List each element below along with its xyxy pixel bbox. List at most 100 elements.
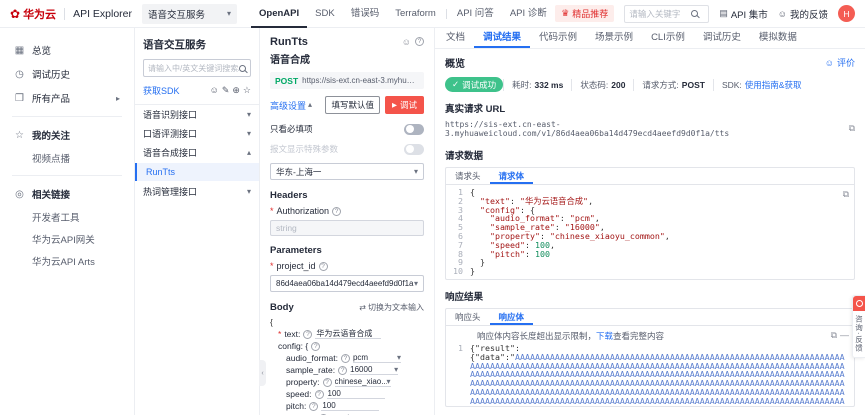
request-body-code[interactable]: 1{ 2 "text": "华为云语音合成", 3 "config": { 4 … [446,185,854,279]
sidebar-item-api-arts[interactable]: 华为云API Arts [0,250,134,272]
fill-defaults-button[interactable]: 填写默认值 [325,96,380,114]
copy-icon[interactable]: ⧉ [843,189,849,200]
pitch-input[interactable] [321,401,380,412]
sidebar-section-label: 相关链接 [32,190,71,201]
toggle-special-params-label: 报文显示特殊参数 [270,144,339,154]
api-item-runtts[interactable]: RunTts [135,163,259,181]
text-field-input[interactable] [315,329,382,340]
api-subtitle: 语音合成 [270,55,310,66]
smiley-icon[interactable]: ☺ [210,85,219,96]
get-sdk-link[interactable]: 获取SDK [143,84,180,97]
copy-icon[interactable]: ⧉ [849,124,855,134]
panel-collapse-handle[interactable]: ‹ [259,360,266,386]
help-icon[interactable]: ? [332,206,342,216]
chevron-down-icon: ▾ [413,166,418,176]
body-tree: { * text: ? config: { ? audio_format: ? … [270,317,424,415]
sidebar-item-vod[interactable]: 视频点播 [0,147,134,169]
api-name: RunTts [270,36,308,48]
search-icon[interactable] [691,10,699,17]
api-group-hotwords[interactable]: 热词管理接口 ▾ [143,182,251,201]
sidebar-section-related-links[interactable]: ◎ 相关链接 [0,182,134,206]
api-market-link[interactable]: ▤ API 集市 [719,7,767,21]
feedback-side-widget[interactable]: 咨询·反馈 [852,295,865,358]
toggle-special-params[interactable] [404,143,424,155]
help-icon[interactable]: ? [309,401,319,411]
avatar[interactable]: H [838,5,855,22]
help-icon[interactable]: ? [338,365,348,375]
advanced-settings-link[interactable]: 高级设置 ▴ [270,99,312,112]
sidebar-section-my-follow[interactable]: ☆ 我的关注 [0,123,134,147]
collapse-minus-icon[interactable]: — [840,330,849,341]
api-group-asr[interactable]: 语音识别接口 ▾ [143,105,251,124]
region-select[interactable]: 华东-上海一 ▾ [270,163,424,180]
tab-debug-result[interactable]: 调试结果 [474,28,531,48]
edit-icon[interactable]: ✎ [222,85,230,96]
tab-code-samples[interactable]: 代码示例 [530,28,586,48]
sidebar-item-api-gateway[interactable]: 华为云API网关 [0,228,134,250]
api-search-input[interactable] [148,63,239,73]
project-id-select[interactable]: 86d4aea06ba14d479ecd4aeefd9d0f1a ▾ [270,275,424,292]
tab-api-qa[interactable]: API 问答 [449,0,502,28]
help-icon[interactable]: ? [314,389,324,399]
help-icon[interactable]: ? [322,377,332,387]
speed-input[interactable] [326,389,385,400]
featured-recommend-badge[interactable]: ♛ 精品推荐 [555,5,615,22]
global-search-input[interactable] [629,8,692,19]
sidebar-item-overview[interactable]: ▦ 总览 [0,38,134,62]
result-panel: 文档 调试结果 代码示例 场景示例 CLI示例 调试历史 模拟数据 概览 ☺ 评… [435,28,865,415]
property-select[interactable]: chinese_xiao... ▾ [334,377,391,388]
tab-docs[interactable]: 文档 [437,28,474,48]
tab-error-codes[interactable]: 错误码 [343,0,388,28]
tab-debug-history[interactable]: 调试历史 [694,28,750,48]
help-icon[interactable]: ? [318,261,328,271]
authorization-input[interactable] [276,223,418,233]
service-title: 语音交互服务 [143,39,206,51]
my-feedback-label: 我的反馈 [789,9,828,21]
help-icon[interactable]: ? [415,37,424,46]
switch-to-text-link[interactable]: ⇄ 切换为文本输入 [359,302,424,313]
sidebar-item-developer-tools[interactable]: 开发者工具 [0,206,134,228]
api-group-assessment[interactable]: 口语评测接口 ▾ [143,124,251,143]
tab-mock-data[interactable]: 模拟数据 [750,28,806,48]
huawei-cloud-logo[interactable]: ✿ 华为云 [10,6,56,22]
smiley-icon[interactable]: ☺ [402,37,411,47]
search-icon[interactable] [239,64,246,72]
chevron-down-icon: ▾ [413,278,418,288]
tab-openapi[interactable]: OpenAPI [251,0,308,28]
star-icon[interactable]: ☆ [243,85,251,96]
tab-request-body[interactable]: 请求体 [489,168,534,184]
audio-format-select[interactable]: pcm ▾ [352,352,401,364]
chevron-down-icon: ▾ [396,352,401,362]
left-sidebar: ▦ 总览 ◷ 调试历史 ❒ 所有产品 ▸ ☆ 我的关注 视频点播 ◎ 相关链接 … [0,28,135,415]
tab-scenario-samples[interactable]: 场景示例 [586,28,642,48]
tab-response-body[interactable]: 响应体 [489,309,534,325]
tab-sdk[interactable]: SDK [307,0,343,28]
sidebar-item-debug-history[interactable]: ◷ 调试历史 [0,62,134,86]
request-config-panel: RunTts ☺ ? 语音合成 POST https://sis-ext.cn-… [259,28,435,415]
help-icon[interactable]: ? [303,329,313,339]
smiley-icon: ☺ [824,57,834,68]
authorization-label: Authorization [276,206,330,216]
tab-request-headers[interactable]: 请求头 [446,168,490,184]
api-group-tts[interactable]: 语音合成接口 ▴ [143,143,251,162]
sdk-guide-link[interactable]: 使用指南&获取 [745,79,802,91]
copy-icon[interactable]: ⧉ [831,330,837,341]
tab-terraform[interactable]: Terraform [387,0,444,28]
toggle-required-only[interactable] [404,123,424,135]
service-selector[interactable]: 语音交互服务 ▾ [142,3,238,24]
my-feedback-link[interactable]: ☺ 我的反馈 [778,7,828,21]
debug-button[interactable]: ▶ 调试 [384,96,424,114]
sample-rate-select[interactable]: 16000 ▾ [350,365,399,376]
download-link[interactable]: 下载 [596,331,613,341]
help-icon[interactable]: ? [340,353,350,363]
line-number: 10 [453,266,463,277]
rate-link[interactable]: ☺ 评价 [825,56,855,69]
star-icon: ☆ [15,129,24,141]
response-body-code[interactable]: 1 {"result": {"data":"AAAAAAAAAAAAAAAAAA… [446,344,854,406]
help-icon[interactable]: ? [311,341,321,351]
sidebar-item-all-products[interactable]: ❒ 所有产品 ▸ [0,86,134,110]
tab-cli-samples[interactable]: CLI示例 [642,28,694,48]
globe-icon[interactable]: ⊕ [232,85,240,96]
tab-response-headers[interactable]: 响应头 [446,309,490,325]
tab-api-diagnosis[interactable]: API 诊断 [502,0,555,28]
